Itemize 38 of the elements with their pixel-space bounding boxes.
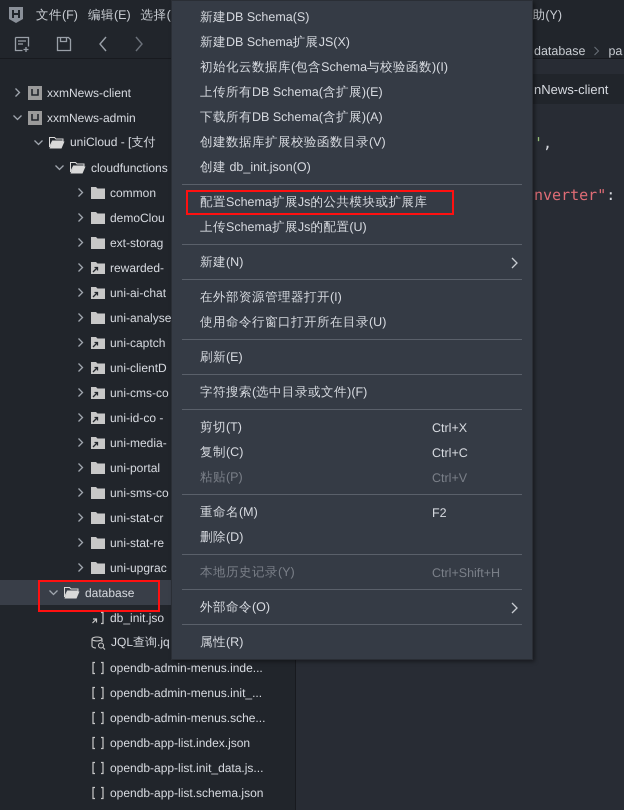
tree-item-label: uni-portal xyxy=(110,460,160,474)
shortcut-label: Ctrl+X xyxy=(432,420,468,434)
shortcut-label: Ctrl+C xyxy=(432,446,468,460)
tree-item-label: opendb-admin-menus.sche... xyxy=(110,710,266,724)
tree-item-label: database xyxy=(85,586,134,600)
code-token: nverter" xyxy=(534,186,606,204)
tree-item-label: xxmNews-client xyxy=(47,86,132,100)
tree-item-label: opendb-app-list.init_data.js... xyxy=(110,760,264,774)
code-token: ' xyxy=(534,134,544,152)
shortcut-label: Ctrl+V xyxy=(432,470,468,484)
tree-item-label: db_init.jso xyxy=(110,610,164,624)
tree-item-label: rewarded- xyxy=(110,260,164,274)
tree-item-label: common xyxy=(110,186,156,200)
tree-item-label: uni-stat-cr xyxy=(110,510,164,524)
shortcut-label: F2 xyxy=(432,506,447,520)
code-token: , xyxy=(543,134,552,152)
code-token: : xyxy=(606,186,616,204)
tree-item-label: uni-ai-chat xyxy=(110,286,166,300)
tree-item-label: uniCloud - [支付 xyxy=(70,134,156,151)
tree-item-label: uni-id-co - xyxy=(110,410,164,424)
tree-item-label: uni-stat-re xyxy=(110,536,164,550)
tree-item-label: cloudfunctions xyxy=(91,160,168,174)
tree-item-label: demoClou xyxy=(110,210,165,224)
tree-item-label: opendb-app-list.index.json xyxy=(110,736,250,750)
tree-item-label: opendb-app-list.schema.json xyxy=(110,786,264,800)
tree-item-label: uni-clientD xyxy=(110,360,167,374)
tree-item-label: uni-analyse xyxy=(110,310,172,324)
tree-item-label: opendb-admin-menus.inde... xyxy=(110,660,263,674)
shortcut-label: Ctrl+Shift+H xyxy=(432,566,500,580)
tree-item-label: uni-sms-co xyxy=(110,486,169,500)
tree-item-label: opendb-admin-menus.init_... xyxy=(110,686,262,700)
tree-item-label: uni-upgrac xyxy=(110,560,167,574)
tree-item-label: JQL查询.jq xyxy=(111,634,170,651)
tree-item-label: uni-cms-co xyxy=(110,386,169,400)
tree-item-label: ext-storag xyxy=(110,236,164,250)
tree-item-label: uni-media- xyxy=(110,436,167,450)
tree-item-label: uni-captch xyxy=(110,336,166,350)
tree-item-label: xxmNews-admin xyxy=(47,110,136,124)
